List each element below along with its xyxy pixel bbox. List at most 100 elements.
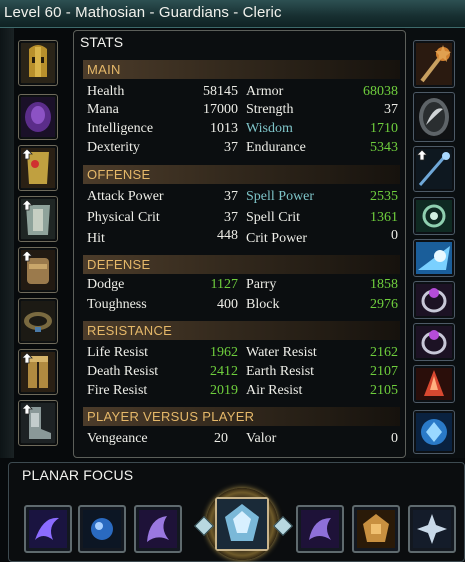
planar-slot-7[interactable] <box>408 505 456 553</box>
trinket-icon <box>416 242 452 274</box>
equip-slot-main-hand[interactable] <box>413 40 455 88</box>
stat-label-physical-crit: Physical Crit <box>87 210 160 225</box>
neck-icon <box>416 200 452 232</box>
stat-value-hit: 448 <box>217 228 238 243</box>
equip-slot-seal[interactable] <box>413 410 455 454</box>
planar-slot-3[interactable] <box>134 505 182 553</box>
helmet-icon <box>21 43 55 83</box>
stat-row: Dexterity 37 Endurance 5343 <box>0 139 465 157</box>
stat-label-death-resist: Death Resist <box>87 364 159 379</box>
upgrade-arrow-icon <box>21 250 33 262</box>
stat-value-vengeance: 20 <box>214 431 228 446</box>
stat-row: Mana 17000 Strength 37 <box>0 101 465 119</box>
stat-row: Attack Power 37 Spell Power 2535 <box>0 188 465 206</box>
planar-focus-center[interactable] <box>206 488 278 560</box>
stat-label-fire-resist: Fire Resist <box>87 383 148 398</box>
equip-slot-off-hand[interactable] <box>413 92 455 142</box>
planar-focus-title: PLANAR FOCUS <box>22 467 134 483</box>
planar-focus-icon <box>217 499 267 549</box>
mace-icon <box>416 43 452 85</box>
stat-value-fire-resist: 2019 <box>210 383 238 398</box>
stat-value-spell-power: 2535 <box>370 189 398 204</box>
equip-slot-ranged[interactable] <box>413 146 455 192</box>
stat-label-air-resist: Air Resist <box>246 383 303 398</box>
stat-label-valor: Valor <box>246 431 277 446</box>
section-pvp: PLAYER VERSUS PLAYER <box>83 407 400 426</box>
stat-label-dexterity: Dexterity <box>87 140 140 155</box>
stat-label-parry: Parry <box>246 277 277 292</box>
stat-label-intelligence: Intelligence <box>87 121 154 136</box>
lesser-essence-icon <box>29 510 67 548</box>
ring-icon <box>416 326 452 358</box>
stat-label-life-resist: Life Resist <box>87 345 149 360</box>
stats-title: STATS <box>80 34 124 50</box>
stat-value-intelligence: 1013 <box>210 121 238 136</box>
stat-label-dodge: Dodge <box>87 277 125 292</box>
upgrade-arrow-icon <box>21 403 33 415</box>
seal-icon <box>416 413 452 451</box>
stat-value-crit-power: 0 <box>391 228 398 243</box>
stat-label-spell-power: Spell Power <box>246 189 315 204</box>
synergy-crystal-icon <box>416 368 452 400</box>
stat-row: Toughness 400 Block 2976 <box>0 296 465 314</box>
stat-value-attack-power: 37 <box>224 189 238 204</box>
stat-value-endurance: 5343 <box>370 140 398 155</box>
stat-label-water-resist: Water Resist <box>246 345 317 360</box>
equip-slot-ring-1[interactable] <box>413 281 455 319</box>
stat-row: Death Resist 2412 Earth Resist 2107 <box>0 363 465 381</box>
stat-row: Health 58145 Armor 68038 <box>0 83 465 101</box>
stat-row: Dodge 1127 Parry 1858 <box>0 276 465 294</box>
title-bar[interactable]: Level 60 - Mathosian - Guardians - Cleri… <box>0 0 465 28</box>
stat-value-strength: 37 <box>384 102 398 117</box>
planar-slot-5[interactable] <box>296 505 344 553</box>
stat-value-physical-crit: 37 <box>224 210 238 225</box>
section-defense: DEFENSE <box>83 255 400 274</box>
stat-value-mana: 17000 <box>203 102 238 117</box>
stat-label-earth-resist: Earth Resist <box>246 364 315 379</box>
greater-essence-icon <box>301 510 339 548</box>
stat-value-spell-crit: 1361 <box>370 210 398 225</box>
equip-slot-ring-2[interactable] <box>413 323 455 361</box>
stat-value-toughness: 400 <box>217 297 238 312</box>
stat-value-block: 2976 <box>370 297 398 312</box>
section-offense: OFFENSE <box>83 165 400 184</box>
equip-slot-synergy-crystal[interactable] <box>413 365 455 403</box>
stat-label-attack-power: Attack Power <box>87 189 164 204</box>
stat-label-endurance: Endurance <box>246 140 306 155</box>
equip-slot-neck[interactable] <box>413 197 455 235</box>
stat-value-valor: 0 <box>391 431 398 446</box>
planar-slot-1[interactable] <box>24 505 72 553</box>
stat-value-dodge: 1127 <box>210 277 238 292</box>
planar-slot-6[interactable] <box>352 505 400 553</box>
shield-icon <box>416 95 452 139</box>
planar-focus-slot <box>215 497 269 551</box>
greater-essence-icon <box>139 510 177 548</box>
equip-slot-trinket[interactable] <box>413 239 455 277</box>
stat-row: Life Resist 1962 Water Resist 2162 <box>0 344 465 362</box>
planar-slot-2[interactable] <box>78 505 126 553</box>
stat-label-crit-power: Crit Power <box>246 231 308 246</box>
stat-label-block: Block <box>246 297 280 312</box>
window-title: Level 60 - Mathosian - Guardians - Cleri… <box>4 4 282 21</box>
stat-value-dexterity: 37 <box>224 140 238 155</box>
stat-row: Fire Resist 2019 Air Resist 2105 <box>0 382 465 400</box>
stat-value-armor: 68038 <box>363 84 398 99</box>
stat-label-armor: Armor <box>246 84 284 99</box>
stat-label-health: Health <box>87 84 125 99</box>
stat-value-water-resist: 2162 <box>370 345 398 360</box>
stat-value-earth-resist: 2107 <box>370 364 398 379</box>
stat-label-strength: Strength <box>246 102 294 117</box>
stat-label-vengeance: Vengeance <box>87 431 148 446</box>
stat-row: Intelligence 1013 Wisdom 1710 <box>0 120 465 138</box>
stat-label-wisdom: Wisdom <box>246 121 293 136</box>
equip-slot-helmet[interactable] <box>18 40 58 86</box>
lesser-essence-icon <box>413 510 451 548</box>
stat-value-parry: 1858 <box>370 277 398 292</box>
stat-row: Hit 448 Crit Power 0 <box>0 228 465 248</box>
upgrade-arrow-icon <box>416 149 428 161</box>
stat-label-mana: Mana <box>87 102 119 117</box>
stat-value-death-resist: 2412 <box>210 364 238 379</box>
stat-value-air-resist: 2105 <box>370 383 398 398</box>
stat-label-toughness: Toughness <box>87 297 147 312</box>
lesser-essence-icon <box>357 510 395 548</box>
